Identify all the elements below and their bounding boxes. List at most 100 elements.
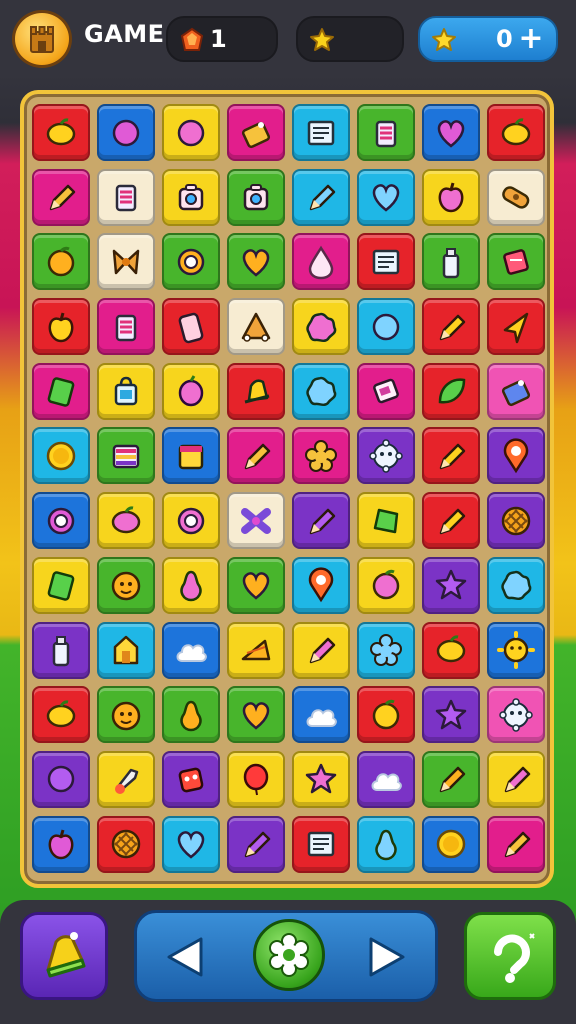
add-coins-button[interactable]: +: [516, 24, 546, 54]
board-tile[interactable]: [292, 168, 350, 226]
board-tile[interactable]: [97, 104, 155, 161]
board-tile[interactable]: [292, 298, 350, 356]
board-tile[interactable]: [162, 815, 220, 873]
board-tile[interactable]: [227, 168, 285, 226]
board-tile[interactable]: [422, 686, 480, 744]
board-tile[interactable]: [97, 298, 155, 356]
board-tile[interactable]: [357, 815, 415, 873]
board-tile[interactable]: [32, 815, 90, 873]
board-tile[interactable]: [357, 621, 415, 679]
board-tile[interactable]: [162, 750, 220, 808]
board-tile[interactable]: [32, 686, 90, 744]
board-tile[interactable]: [487, 750, 545, 808]
board-tile[interactable]: [357, 168, 415, 226]
board-tile[interactable]: [357, 492, 415, 550]
board-tile[interactable]: [292, 686, 350, 744]
board-tile[interactable]: [227, 556, 285, 614]
board-tile[interactable]: [422, 233, 480, 291]
board-tile[interactable]: [97, 621, 155, 679]
board-tile[interactable]: [357, 104, 415, 161]
board-tile[interactable]: [487, 233, 545, 291]
board-tile[interactable]: [487, 621, 545, 679]
board-tile[interactable]: [422, 104, 480, 161]
board-tile[interactable]: [32, 104, 90, 161]
board-tile[interactable]: [32, 427, 90, 485]
board-tile[interactable]: [357, 233, 415, 291]
board-tile[interactable]: [162, 686, 220, 744]
board-tile[interactable]: [422, 815, 480, 873]
board-tile[interactable]: [162, 168, 220, 226]
board-tile[interactable]: [97, 362, 155, 420]
board-tile[interactable]: [292, 556, 350, 614]
board-tile[interactable]: [162, 104, 220, 161]
board-tile[interactable]: [487, 686, 545, 744]
board-tile[interactable]: [32, 362, 90, 420]
board-tile[interactable]: [97, 686, 155, 744]
board-tile[interactable]: [487, 362, 545, 420]
board-tile[interactable]: [32, 298, 90, 356]
board-tile[interactable]: [422, 362, 480, 420]
board-tile[interactable]: [292, 104, 350, 161]
board-tile[interactable]: [292, 427, 350, 485]
board-tile[interactable]: [487, 815, 545, 873]
board-tile[interactable]: [422, 298, 480, 356]
settings-button[interactable]: [253, 919, 325, 991]
hint-button[interactable]: [20, 912, 108, 1000]
board-tile[interactable]: [162, 362, 220, 420]
board-tile[interactable]: [422, 492, 480, 550]
home-button[interactable]: [12, 10, 72, 68]
next-button[interactable]: [365, 935, 409, 979]
board-tile[interactable]: [97, 233, 155, 291]
board-tile[interactable]: [97, 815, 155, 873]
board-tile[interactable]: [487, 298, 545, 356]
board-tile[interactable]: [292, 815, 350, 873]
board-tile[interactable]: [97, 492, 155, 550]
board-tile[interactable]: [227, 815, 285, 873]
board-tile[interactable]: [162, 556, 220, 614]
board-tile[interactable]: [227, 750, 285, 808]
board-tile[interactable]: [227, 104, 285, 161]
board-tile[interactable]: [162, 427, 220, 485]
board-tile[interactable]: [162, 492, 220, 550]
board-tile[interactable]: [227, 427, 285, 485]
board-tile[interactable]: [357, 750, 415, 808]
board-tile[interactable]: [32, 556, 90, 614]
board-tile[interactable]: [357, 362, 415, 420]
board-tile[interactable]: [292, 492, 350, 550]
board-tile[interactable]: [357, 298, 415, 356]
board-tile[interactable]: [97, 750, 155, 808]
board-tile[interactable]: [422, 621, 480, 679]
board-tile[interactable]: [422, 556, 480, 614]
board-tile[interactable]: [292, 621, 350, 679]
board-tile[interactable]: [162, 298, 220, 356]
board-tile[interactable]: [227, 362, 285, 420]
board-tile[interactable]: [97, 427, 155, 485]
board-tile[interactable]: [292, 750, 350, 808]
board-tile[interactable]: [487, 104, 545, 161]
board-tile[interactable]: [227, 621, 285, 679]
undo-button[interactable]: [464, 912, 556, 1000]
board-tile[interactable]: [32, 492, 90, 550]
board-tile[interactable]: [487, 492, 545, 550]
board-tile[interactable]: [32, 233, 90, 291]
board-tile[interactable]: [162, 621, 220, 679]
board-tile[interactable]: [32, 750, 90, 808]
board-tile[interactable]: [487, 168, 545, 226]
board-tile[interactable]: [32, 168, 90, 226]
board-tile[interactable]: [32, 621, 90, 679]
board-tile[interactable]: [487, 556, 545, 614]
board-tile[interactable]: [227, 492, 285, 550]
board-tile[interactable]: [227, 233, 285, 291]
board-tile[interactable]: [422, 427, 480, 485]
board-tile[interactable]: [227, 686, 285, 744]
board-tile[interactable]: [292, 233, 350, 291]
board-tile[interactable]: [357, 427, 415, 485]
board-tile[interactable]: [227, 298, 285, 356]
board-tile[interactable]: [162, 233, 220, 291]
board-tile[interactable]: [422, 750, 480, 808]
board-tile[interactable]: [422, 168, 480, 226]
board-tile[interactable]: [357, 556, 415, 614]
board-tile[interactable]: [292, 362, 350, 420]
board-tile[interactable]: [97, 556, 155, 614]
previous-button[interactable]: [163, 935, 207, 979]
